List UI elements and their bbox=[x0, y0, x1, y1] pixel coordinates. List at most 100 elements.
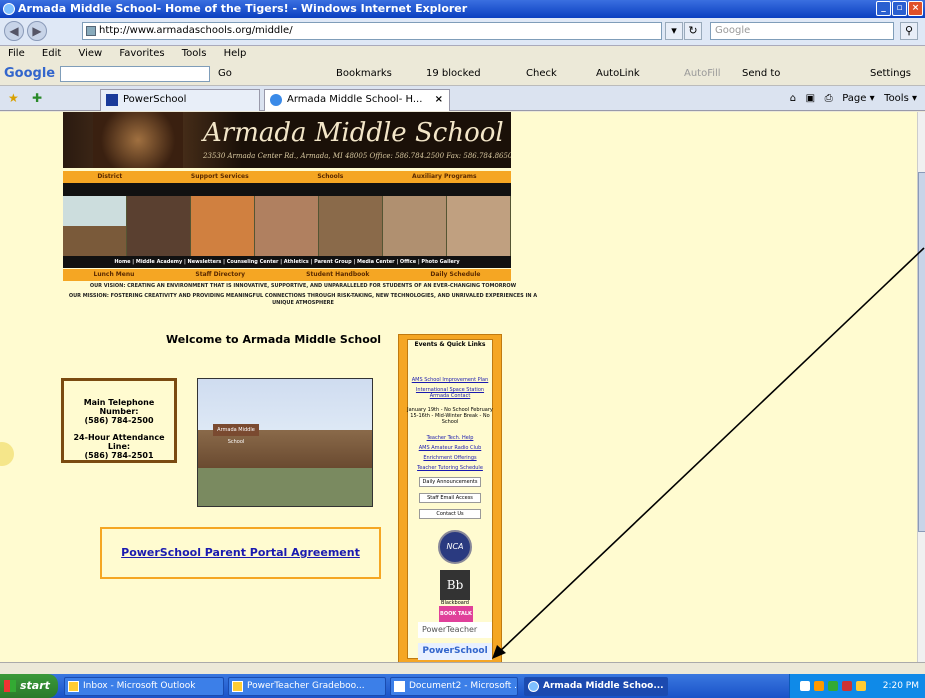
secondary-nav[interactable]: Home | Middle Academy | Newsletters | Co… bbox=[63, 256, 511, 268]
tab-armada[interactable]: Armada Middle School- H... × bbox=[264, 89, 450, 111]
feeds-icon[interactable]: ▣ bbox=[806, 93, 815, 104]
page-content: Armada Middle School 23530 Armada Center… bbox=[0, 112, 917, 662]
maximize-button[interactable]: ▫ bbox=[892, 1, 907, 16]
address-url: http://www.armadaschools.org/middle/ bbox=[99, 25, 293, 36]
blackboard-logo[interactable]: Bb bbox=[440, 570, 470, 600]
settings-button[interactable]: Settings bbox=[870, 62, 911, 86]
portal-box: PowerSchool Parent Portal Agreement bbox=[100, 527, 381, 579]
tab-label: PowerSchool bbox=[123, 94, 187, 105]
vision-text: OUR VISION: CREATING AN ENVIRONMENT THAT… bbox=[89, 283, 517, 289]
window-titlebar: Armada Middle School- Home of the Tigers… bbox=[0, 0, 925, 18]
search-input[interactable]: Google bbox=[710, 22, 894, 40]
print-icon[interactable]: ⎙ bbox=[825, 93, 833, 104]
search-icon[interactable]: ⚲ bbox=[900, 22, 918, 40]
page-title: Welcome to Armada Middle School bbox=[166, 333, 382, 346]
task-powerteacher[interactable]: PowerTeacher Gradeboo... bbox=[228, 677, 386, 696]
google-toolbar: Google Go Bookmarks 19 blocked Check Aut… bbox=[0, 62, 925, 86]
powerschool-link[interactable]: PowerSchool bbox=[418, 643, 492, 660]
task-label: Document2 - Microsoft ... bbox=[409, 681, 518, 691]
phone-box: Main Telephone Number: (586) 784-2500 24… bbox=[61, 378, 177, 463]
nav-student-handbook[interactable]: Student Handbook bbox=[306, 269, 369, 281]
menu-file[interactable]: File bbox=[8, 48, 25, 59]
banner-address: 23530 Armada Center Rd., Armada, MI 4800… bbox=[203, 152, 511, 160]
menu-view[interactable]: View bbox=[78, 48, 102, 59]
nca-logo[interactable]: NCA bbox=[438, 530, 472, 564]
nav-auxiliary-programs[interactable]: Auxiliary Programs bbox=[412, 171, 477, 183]
start-button[interactable]: start bbox=[0, 674, 58, 698]
task-outlook[interactable]: Inbox - Microsoft Outlook bbox=[64, 677, 224, 696]
link-radio-club[interactable]: AMS Amateur Radio Club bbox=[407, 445, 493, 451]
taskbar: start Inbox - Microsoft Outlook PowerTea… bbox=[0, 674, 925, 698]
tab-bar: ★ ✚ PowerSchool Armada Middle School- H.… bbox=[0, 86, 925, 111]
link-enrichment[interactable]: Enrichment Offerings bbox=[407, 455, 493, 461]
refresh-icon[interactable]: ↻ bbox=[684, 22, 702, 40]
link-tutoring[interactable]: Teacher Tutoring Schedule bbox=[407, 465, 493, 471]
google-go-button[interactable]: Go bbox=[218, 62, 232, 86]
sendto-button[interactable]: Send to bbox=[742, 62, 780, 86]
address-dropdown-icon[interactable]: ▾ bbox=[665, 22, 683, 40]
task-label: PowerTeacher Gradeboo... bbox=[247, 681, 365, 691]
ie-tab-icon bbox=[270, 94, 282, 106]
close-tab-icon[interactable]: × bbox=[435, 90, 443, 110]
autolink-button[interactable]: AutoLink bbox=[596, 62, 640, 86]
google-search-input[interactable] bbox=[60, 66, 210, 82]
tools-menu[interactable]: Tools bbox=[884, 93, 909, 104]
tab-label: Armada Middle School- H... bbox=[287, 94, 423, 105]
tray-volume-icon[interactable] bbox=[856, 681, 866, 691]
page-menu[interactable]: Page bbox=[842, 93, 866, 104]
close-button[interactable]: × bbox=[908, 1, 923, 16]
forward-button[interactable]: ▶ bbox=[27, 21, 47, 41]
powerteacher-link[interactable]: PowerTeacher bbox=[418, 622, 492, 638]
task-ie[interactable]: Armada Middle Schoo... bbox=[524, 677, 668, 696]
staff-email-button[interactable]: Staff Email Access bbox=[419, 493, 481, 503]
attendance-number: (586) 784-2501 bbox=[84, 451, 154, 460]
autofill-button[interactable]: AutoFill bbox=[684, 62, 721, 86]
address-input[interactable]: http://www.armadaschools.org/middle/ bbox=[82, 22, 662, 40]
minimize-button[interactable]: _ bbox=[876, 1, 891, 16]
ie-icon bbox=[3, 3, 15, 15]
daily-announcements-button[interactable]: Daily Announcements bbox=[419, 477, 481, 487]
menu-favorites[interactable]: Favorites bbox=[119, 48, 164, 59]
bookmarks-button[interactable]: Bookmarks bbox=[336, 62, 392, 86]
word-icon bbox=[394, 681, 405, 692]
photo-strip bbox=[63, 196, 511, 256]
portal-agreement-link[interactable]: PowerSchool Parent Portal Agreement bbox=[121, 546, 360, 559]
school-sign: Armada Middle School bbox=[213, 424, 259, 445]
link-space-station[interactable]: International Space Station Armada Conta… bbox=[407, 387, 493, 399]
tray-expand-icon[interactable] bbox=[800, 681, 810, 691]
back-button[interactable]: ◀ bbox=[4, 21, 24, 41]
tray-security-icon[interactable] bbox=[842, 681, 852, 691]
tray-outlook-icon[interactable] bbox=[814, 681, 824, 691]
tab-powerschool[interactable]: PowerSchool bbox=[100, 89, 260, 111]
favorites-star-icon[interactable]: ★ bbox=[8, 91, 19, 105]
attendance-label: 24-Hour Attendance Line: bbox=[73, 433, 165, 451]
nav-schools[interactable]: Schools bbox=[317, 171, 343, 183]
task-word[interactable]: Document2 - Microsoft ... bbox=[390, 677, 518, 696]
scrollbar-thumb[interactable] bbox=[918, 172, 925, 532]
menu-bar: File Edit View Favorites Tools Help bbox=[0, 46, 925, 62]
add-favorites-icon[interactable]: ✚ bbox=[32, 91, 42, 105]
contact-us-button[interactable]: Contact Us bbox=[419, 509, 481, 519]
home-icon[interactable]: ⌂ bbox=[790, 93, 796, 104]
popup-blocked-button[interactable]: 19 blocked bbox=[426, 62, 481, 86]
clock: 2:20 PM bbox=[882, 681, 919, 691]
nav-daily-schedule[interactable]: Daily Schedule bbox=[430, 269, 480, 281]
booktalk-logo[interactable]: BOOK TALK bbox=[439, 606, 473, 622]
window-title: Armada Middle School- Home of the Tigers… bbox=[18, 2, 468, 15]
tray-network-icon[interactable] bbox=[828, 681, 838, 691]
system-tray: 2:20 PM bbox=[789, 674, 925, 698]
outlook-icon bbox=[68, 681, 79, 692]
menu-tools[interactable]: Tools bbox=[182, 48, 207, 59]
phone-label: Main Telephone Number: bbox=[83, 398, 155, 416]
nav-district[interactable]: District bbox=[97, 171, 122, 183]
vertical-scrollbar[interactable] bbox=[917, 112, 925, 662]
nav-staff-directory[interactable]: Staff Directory bbox=[195, 269, 245, 281]
menu-edit[interactable]: Edit bbox=[42, 48, 61, 59]
link-teacher-tech[interactable]: Teacher Tech. Help bbox=[407, 435, 493, 441]
spell-check-button[interactable]: Check bbox=[526, 62, 557, 86]
link-improvement-plan[interactable]: AMS School Improvement Plan bbox=[407, 377, 493, 383]
nav-lunch-menu[interactable]: Lunch Menu bbox=[94, 269, 135, 281]
phone-number: (586) 784-2500 bbox=[84, 416, 154, 425]
nav-support-services[interactable]: Support Services bbox=[191, 171, 249, 183]
menu-help[interactable]: Help bbox=[224, 48, 247, 59]
